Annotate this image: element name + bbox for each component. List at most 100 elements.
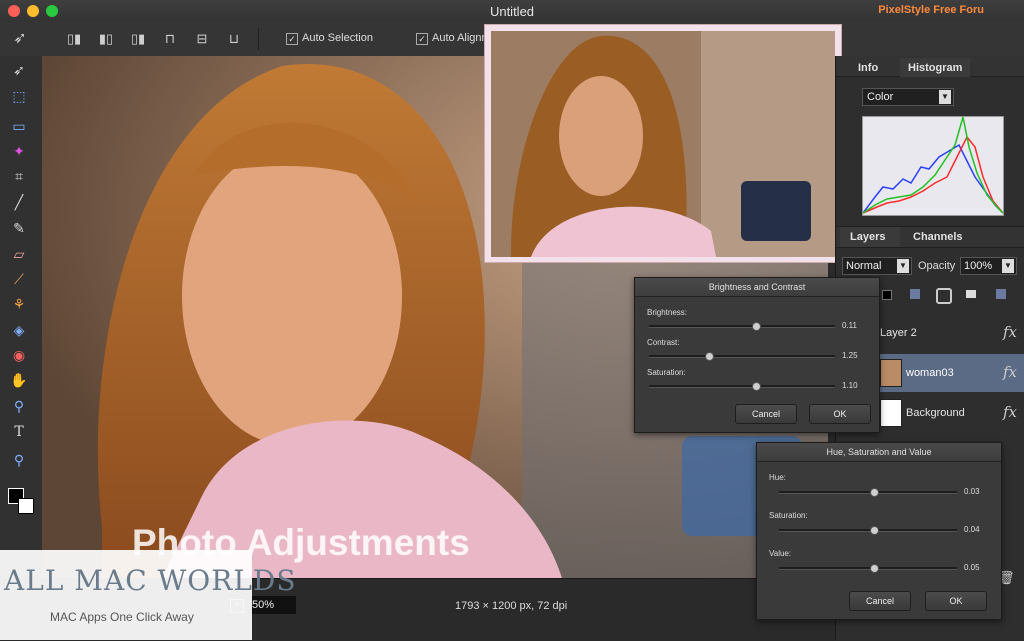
fx-icon[interactable]: fx <box>1003 323 1017 341</box>
cancel-button[interactable]: Cancel <box>849 591 911 611</box>
layer-name: woman03 <box>906 367 954 379</box>
transform-tool-icon[interactable]: ⬚ <box>8 86 30 106</box>
watermark-tagline: MAC Apps One Click Away <box>50 610 194 624</box>
slider-label: Saturation: <box>647 368 686 377</box>
tab-histogram[interactable]: Histogram <box>908 62 962 74</box>
slider-knob[interactable] <box>752 382 761 391</box>
chevron-down-icon: ▼ <box>897 259 909 273</box>
cancel-button[interactable]: Cancel <box>735 404 797 424</box>
saturation-slider[interactable] <box>779 526 957 535</box>
ok-button[interactable]: OK <box>809 404 871 424</box>
auto-align-checkbox[interactable]: ✓ Auto Alignm <box>416 32 491 45</box>
text-tool-icon[interactable]: T <box>8 422 30 442</box>
eyedropper-tool-icon[interactable]: ⟋ <box>8 269 30 289</box>
brightness-slider[interactable] <box>649 322 835 331</box>
zoom-tool-icon[interactable]: ⚲ <box>8 396 30 416</box>
fx-icon[interactable]: fx <box>1003 403 1017 421</box>
red-eye-tool-icon[interactable]: ◉ <box>8 345 30 365</box>
tools-panel: ➶ ⬚ ▭ ✦ ⌗ ╱ ✎ ▱ ⟋ ⚘ ◈ ◉ ✋ ⚲ T ⚲ <box>0 56 43 576</box>
align-center-icon[interactable]: ▮▯ <box>98 31 114 47</box>
auto-selection-checkbox[interactable]: ✓ Auto Selection <box>286 32 373 45</box>
layer-adjust-icon[interactable] <box>936 288 952 304</box>
checkmark-icon: ✓ <box>286 33 298 45</box>
histogram-graph <box>862 116 1004 216</box>
tab-info[interactable]: Info <box>858 62 878 74</box>
layer-name: Layer 2 <box>880 327 917 339</box>
background-color-swatch[interactable] <box>18 498 34 514</box>
dialog-title: Brightness and Contrast <box>635 278 879 297</box>
slider-value: 0.05 <box>964 563 980 572</box>
zoom-level-field[interactable]: 50% <box>250 596 296 614</box>
align-right-icon[interactable]: ▯▮ <box>130 31 146 47</box>
auto-align-label: Auto Alignm <box>432 32 491 44</box>
magnifier-tool-icon[interactable]: ⚲ <box>8 450 30 470</box>
title-bar: Untitled PixelStyle Free Foru <box>0 0 1024 23</box>
brush-tool-icon[interactable]: ╱ <box>8 192 30 212</box>
dialog-title: Hue, Saturation and Value <box>757 443 1001 462</box>
layer-name: Background <box>906 407 965 419</box>
watermark: ALL MAC WORLDS MAC Apps One Click Away <box>0 550 296 640</box>
opacity-value: 100% <box>964 260 993 272</box>
slider-knob[interactable] <box>870 564 879 573</box>
saturation-slider[interactable] <box>649 382 835 391</box>
hue-slider[interactable] <box>779 488 957 497</box>
opacity-field[interactable]: 100% ▼ <box>960 257 1017 275</box>
layer-style-icon[interactable] <box>910 289 920 299</box>
slider-value: 0.03 <box>964 487 980 496</box>
crop-tool-icon[interactable]: ⌗ <box>8 166 30 186</box>
photo-inset <box>484 24 842 263</box>
hue-saturation-dialog: Hue, Saturation and Value Hue: 0.03 Satu… <box>756 442 1002 620</box>
slider-knob[interactable] <box>870 526 879 535</box>
hand-tool-icon[interactable]: ✋ <box>8 370 30 390</box>
layer-thumbnail <box>880 359 902 387</box>
align-middle-icon[interactable]: ⊟ <box>194 31 210 47</box>
ok-button[interactable]: OK <box>925 591 987 611</box>
layer-mask-icon[interactable] <box>882 290 892 300</box>
histogram-mode-select[interactable]: Color ▼ <box>862 88 954 106</box>
chevron-down-icon: ▼ <box>1002 259 1014 273</box>
contrast-slider[interactable] <box>649 352 835 361</box>
histogram-mode-value: Color <box>867 91 894 103</box>
image-dimensions: 1793 × 1200 px, 72 dpi <box>455 600 568 612</box>
slider-value: 0.11 <box>842 321 857 330</box>
move-tool-icon[interactable]: ➶ <box>8 60 30 80</box>
layer-new-icon[interactable] <box>996 289 1006 299</box>
brand-tag: PixelStyle Free Foru <box>878 4 984 16</box>
marquee-tool-icon[interactable]: ▭ <box>8 116 30 136</box>
layer-group-icon[interactable] <box>966 290 976 298</box>
layer-thumbnail <box>880 399 902 427</box>
tab-channels[interactable]: Channels <box>913 231 963 243</box>
window-title: Untitled <box>489 4 535 19</box>
stamp-tool-icon[interactable]: ⚘ <box>8 294 30 314</box>
magic-wand-tool-icon[interactable]: ✦ <box>8 141 30 161</box>
brightness-contrast-dialog: Brightness and Contrast Brightness: 0.11… <box>634 277 880 433</box>
slider-value: 1.25 <box>842 351 858 360</box>
slider-knob[interactable] <box>870 488 879 497</box>
blend-mode-value: Normal <box>846 260 882 272</box>
photo-original <box>491 31 835 257</box>
value-slider[interactable] <box>779 564 957 573</box>
opacity-label: Opacity <box>918 260 956 272</box>
slider-knob[interactable] <box>752 322 761 331</box>
paint-bucket-tool-icon[interactable]: ◈ <box>8 320 30 340</box>
align-left-icon[interactable]: ▯▮ <box>66 31 82 47</box>
blend-mode-select[interactable]: Normal ▼ <box>842 257 912 275</box>
toolbar-divider <box>258 28 259 50</box>
slider-label: Hue: <box>769 473 786 482</box>
align-top-icon[interactable]: ⊓ <box>162 31 178 47</box>
slider-knob[interactable] <box>705 352 714 361</box>
layer-icon-row <box>876 288 1024 304</box>
align-bottom-icon[interactable]: ⊔ <box>226 31 242 47</box>
tab-layers[interactable]: Layers <box>850 231 885 243</box>
auto-selection-label: Auto Selection <box>302 32 373 44</box>
watermark-brand: ALL MAC WORLDS <box>4 564 297 597</box>
pencil-tool-icon[interactable]: ✎ <box>8 218 30 238</box>
slider-label: Brightness: <box>647 308 688 317</box>
chevron-down-icon: ▼ <box>939 90 951 104</box>
fx-icon[interactable]: fx <box>1003 363 1017 381</box>
slider-label: Saturation: <box>769 511 808 520</box>
slider-label: Contrast: <box>647 338 680 347</box>
checkmark-icon: ✓ <box>416 33 428 45</box>
move-tool-icon[interactable]: ➶ <box>12 31 28 47</box>
eraser-tool-icon[interactable]: ▱ <box>8 244 30 264</box>
